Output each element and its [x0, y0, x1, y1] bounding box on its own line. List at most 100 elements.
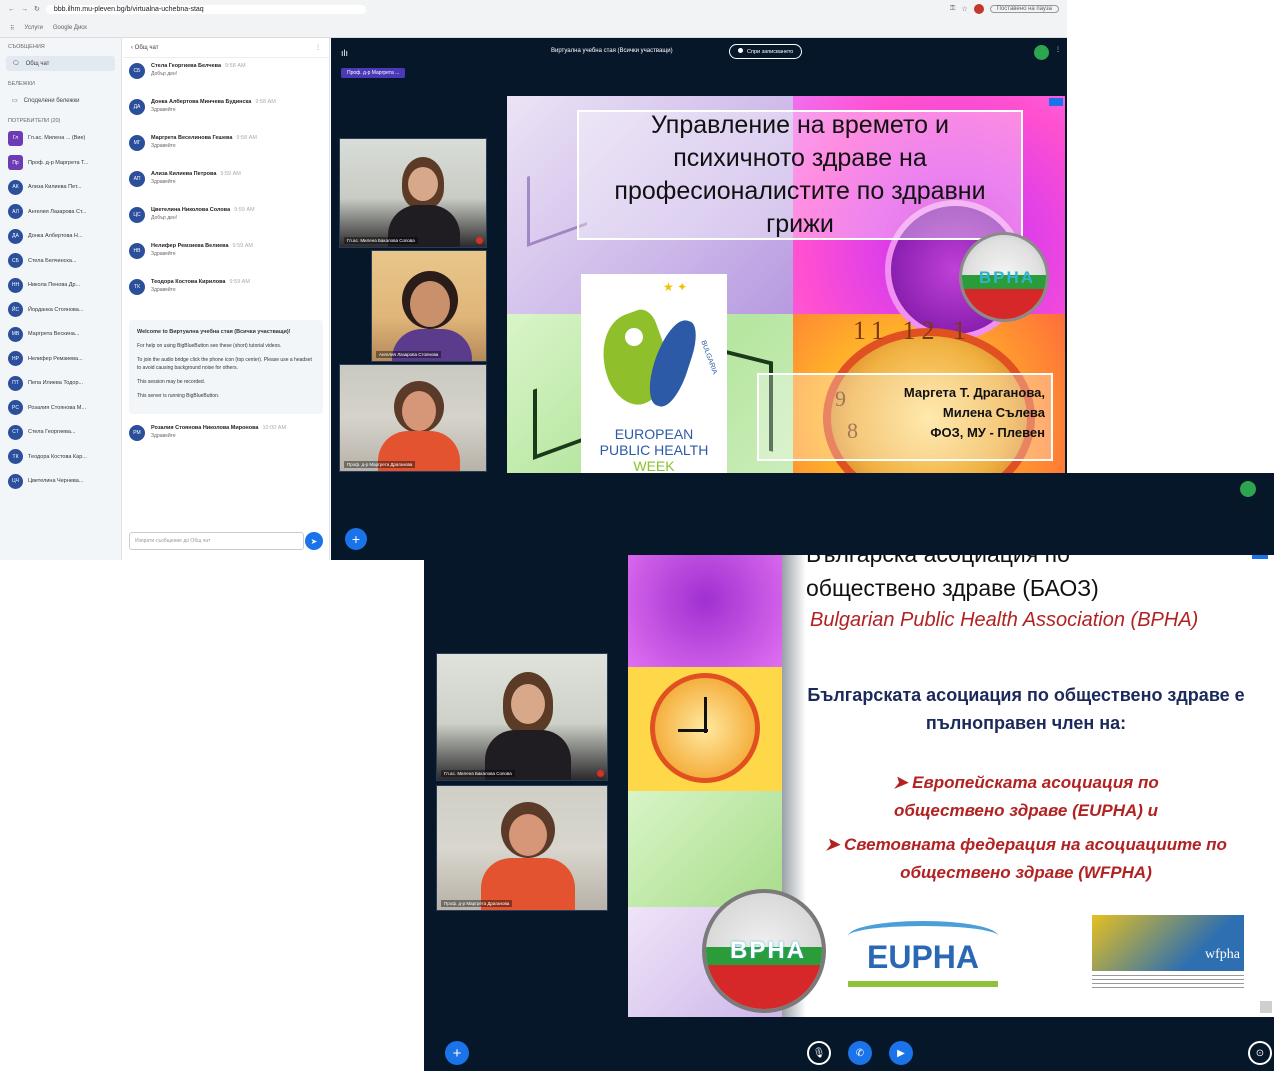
welcome-title: Welcome to Виртуална учебна стая (Всички…	[137, 329, 291, 335]
key-icon[interactable]: ⚿	[950, 5, 955, 13]
bookmark-item[interactable]: Google Диск	[53, 25, 87, 31]
send-icon[interactable]: ➤	[305, 532, 323, 550]
message-time: 10:00 AM	[262, 425, 287, 431]
message-author: Донка Албертова Минчева Будинска	[151, 99, 252, 105]
slide-expand-icon[interactable]	[1049, 98, 1063, 106]
slide-text-area: Българска асоциация по обществено здраве…	[806, 555, 1266, 1017]
microphone-icon[interactable]: 🎙	[807, 1041, 831, 1065]
forward-icon[interactable]: →	[21, 6, 28, 13]
avatar: МВ	[8, 326, 23, 342]
webcam-tile[interactable]: Проф. д-р Маргрета Драганова	[436, 785, 608, 911]
reload-icon[interactable]: ↻	[34, 5, 40, 13]
message-time: 9:58 AM	[236, 135, 257, 141]
user-list-item[interactable]: РС Розалия Стоянова М...	[0, 396, 121, 421]
more-icon[interactable]: ⋮	[1055, 46, 1061, 53]
recording-label: Спри записването	[747, 49, 794, 55]
star-icon[interactable]: ☆	[961, 5, 967, 13]
bpha-seal: BPHA	[959, 232, 1049, 322]
user-list-item[interactable]: Пр Проф. д-р Маргрета Т...	[0, 151, 121, 176]
user-list: Гл Гл.ас. Милена ... (Вие) Пр Проф. д-р Мар…	[0, 126, 121, 494]
address-bar[interactable]: bbb.ilhm.mu-pleven.bg/b/virtualna-uchebn…	[45, 4, 366, 14]
plus-icon[interactable]: +	[445, 1041, 469, 1065]
notes-header: Бележки	[8, 81, 35, 87]
apps-icon[interactable]: ⠿	[10, 25, 14, 32]
paused-badge[interactable]: Поставено на пауза	[989, 5, 1059, 13]
user-list-item[interactable]: ЦЧ Цветелина Чернева...	[0, 469, 121, 494]
user-list-item[interactable]: СБ Стела Белчинска...	[0, 249, 121, 274]
phone-icon[interactable]: ✆	[848, 1041, 872, 1065]
settings-avatar[interactable]	[1240, 481, 1256, 497]
user-list-item[interactable]: АК Ализа Килиева Пет...	[0, 175, 121, 200]
user-list-item[interactable]: Гл Гл.ас. Милена ... (Вие)	[0, 126, 121, 151]
user-name: Ангелия Лазарова Ст...	[28, 208, 87, 215]
more-icon[interactable]: ⋮	[315, 44, 321, 51]
slide-expand-icon[interactable]	[1252, 555, 1268, 559]
user-name: Цветелина Чернева...	[28, 478, 84, 485]
slide-english-name: Bulgarian Public Health Association (BPH…	[810, 609, 1199, 631]
user-list-item[interactable]: ПТ Пепа Илиева Тодор...	[0, 371, 121, 396]
welcome-recorded: This session may be recorded.	[137, 379, 206, 385]
plus-icon[interactable]: +	[345, 528, 367, 550]
bookmark-item[interactable]: Услуги	[24, 25, 42, 31]
chat-message: РМ Розалия Стоянова Николова Миронова 10:…	[123, 420, 329, 456]
user-name: Стела Белчинска...	[28, 257, 77, 264]
message-text: Здравейте	[151, 433, 176, 439]
webcam-face	[410, 281, 450, 327]
welcome-server: This server is running BigBlueButton.	[137, 393, 220, 399]
public-chat-item[interactable]: 🗨 Общ чат	[6, 56, 115, 71]
user-list-item[interactable]: МВ Маргрета Вескина...	[0, 322, 121, 347]
shared-notes-item[interactable]: ▭ Споделени бележки	[6, 93, 115, 108]
user-name: Проф. д-р Маргрета Т...	[28, 159, 89, 166]
user-list-item[interactable]: НН Никола Пенова Др...	[0, 273, 121, 298]
presentation-slide: 11 12 1 9 8 Управление на времето и псих…	[507, 96, 1065, 516]
bullet-text: Европейската асоциация по обществено здр…	[893, 773, 1159, 820]
author-line: Милена Сълева	[942, 405, 1045, 420]
author-line: Маргета Т. Драганова,	[903, 385, 1045, 400]
clock-hand	[678, 729, 708, 732]
back-icon[interactable]: ←	[8, 6, 15, 13]
ephw-line: WEEK	[633, 458, 675, 474]
webcam-tile[interactable]: Гл.ас. Милена Бакалова Сопова	[339, 138, 487, 248]
chat-panel: ‹ Общ чат ⋮ СБ Стела Георгиева Белчева 9:5…	[123, 38, 330, 560]
bullet-arrow-icon: ➤	[893, 773, 913, 792]
user-name: Теодора Костова Кар...	[28, 453, 87, 460]
user-name: Пепа Илиева Тодор...	[28, 380, 84, 387]
message-time: 9:58 AM	[225, 63, 246, 69]
webcam-name: Гл.ас. Милена Бакалова Сопова	[344, 237, 418, 244]
user-list-item[interactable]: ДА Донка Албертова Н...	[0, 224, 121, 249]
message-time: 9:59 AM	[234, 207, 255, 213]
avatar: ТК	[8, 449, 23, 465]
chat-message: ДА Донка Албертова Минчева Будинска 9:58 A…	[123, 94, 329, 130]
camera-icon[interactable]: ▶	[889, 1041, 913, 1065]
user-list-item[interactable]: НР Нелифер Ремзиева...	[0, 347, 121, 372]
users-icon[interactable]: ılı	[341, 48, 348, 58]
webcam-name: Проф. д-р Маргрета Драганова	[441, 900, 513, 907]
avatar: РС	[8, 400, 23, 416]
chat-message: МГ Маргрета Веселинова Гешева 9:58 AM Здрав…	[123, 130, 329, 166]
bulgaria-label: BULGARIA	[699, 339, 719, 376]
profile-avatar[interactable]	[973, 4, 984, 14]
recording-button[interactable]: Спри записването	[729, 44, 803, 59]
user-list-item[interactable]: ЙС Йорданка Стоянова...	[0, 298, 121, 323]
message-text: Добър ден!	[151, 71, 178, 77]
webcam-face	[509, 814, 547, 856]
webcam-tile[interactable]: Проф. д-р Маргрета Драганова	[339, 364, 487, 472]
chat-input[interactable]: Изпрати съобщение до Общ чат	[129, 532, 304, 550]
user-list-item[interactable]: ТК Теодора Костова Кар...	[0, 445, 121, 470]
avatar: ЦС	[129, 207, 145, 223]
user-list-item[interactable]: СТ Стела Георгиева...	[0, 420, 121, 445]
settings-avatar[interactable]	[1034, 45, 1049, 60]
meeting-title: Виртуална учебна стая (Всички участващи)	[551, 48, 673, 54]
shared-notes-label: Споделени бележки	[23, 97, 80, 104]
webcam-tile[interactable]: Ангелия Лазарова Стоянова	[371, 250, 487, 362]
screen-share-icon[interactable]: ⊙	[1248, 1041, 1272, 1065]
webcam-tile[interactable]: Гл.ас. Милена Бакалова Сопова	[436, 653, 608, 781]
message-text: Здравейте	[151, 179, 176, 185]
avatar: ПТ	[8, 375, 23, 391]
message-author: Нелифер Ремзиева Велиева	[151, 243, 229, 249]
webcam-name: Ангелия Лазарова Стоянова	[376, 351, 442, 358]
user-list-item[interactable]: АЛ Ангелия Лазарова Ст...	[0, 200, 121, 225]
ephw-line: PUBLIC HEALTH	[599, 442, 709, 458]
bpha-label: BPHA	[729, 937, 806, 964]
slide-fit-icon[interactable]	[1260, 1001, 1272, 1013]
